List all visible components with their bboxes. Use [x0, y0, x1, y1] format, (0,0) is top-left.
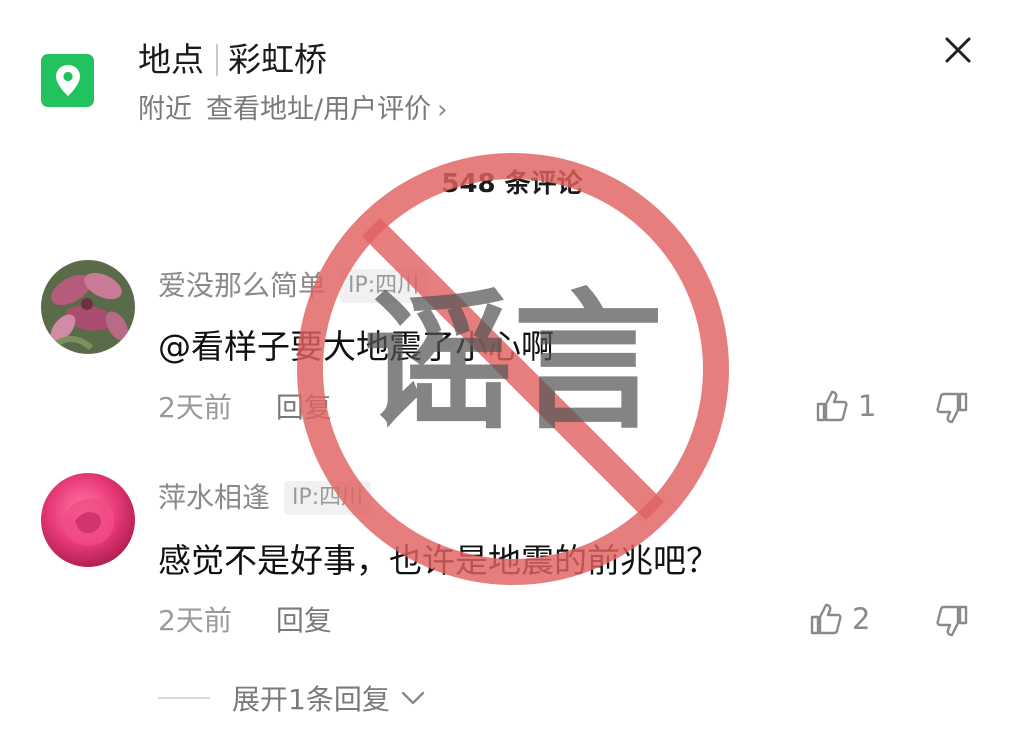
like-count: 1 — [858, 389, 877, 423]
reply-button[interactable]: 回复 — [276, 604, 332, 637]
divider-line — [158, 697, 210, 699]
avatar[interactable] — [41, 473, 135, 567]
thumbs-down-icon — [936, 605, 968, 637]
title-place: 彩虹桥 — [228, 40, 327, 79]
dislike-button[interactable] — [934, 603, 974, 643]
thumbs-up-icon — [810, 603, 842, 635]
avatar[interactable] — [41, 260, 135, 354]
chevron-right-icon: › — [437, 95, 448, 125]
dislike-button[interactable] — [934, 390, 974, 430]
thumbs-up-icon — [816, 390, 848, 422]
location-subtitle[interactable]: 附近 查看地址/用户评价 › — [138, 90, 448, 130]
thumbs-down-icon — [936, 392, 968, 424]
comment-text: 感觉不是好事，也许是地震的前兆吧？ — [158, 541, 719, 580]
username-text[interactable]: 萍水相逢 — [158, 481, 270, 514]
chevron-down-icon — [401, 691, 425, 705]
username-text[interactable]: 爱没那么简单 — [158, 269, 326, 302]
like-button[interactable]: 2 — [808, 601, 870, 637]
reply-button[interactable]: 回复 — [276, 391, 332, 424]
address-review-link[interactable]: 查看地址/用户评价 — [206, 94, 431, 125]
comment-text: @看样子要大地震了小心啊 — [158, 327, 554, 366]
title-divider — [216, 44, 218, 76]
comment-meta: 2天前 回复 — [158, 601, 332, 641]
nearby-label: 附近 — [138, 94, 192, 125]
close-icon — [945, 37, 971, 63]
ip-badge: IP:四川 — [340, 269, 428, 303]
comment-username[interactable]: 爱没那么简单 IP:四川 — [158, 266, 428, 306]
location-pin-icon — [41, 54, 94, 107]
expand-replies-label: 展开1条回复 — [232, 683, 390, 716]
comment-time: 2天前 — [158, 391, 232, 424]
close-button[interactable] — [938, 30, 978, 70]
comment-time: 2天前 — [158, 604, 232, 637]
location-header: 地点 彩虹桥 附近 查看地址/用户评价 › — [0, 0, 1024, 150]
comment-meta: 2天前 回复 — [158, 388, 332, 428]
comments-count: 548 条评论 — [441, 169, 583, 199]
like-button[interactable]: 1 — [814, 388, 876, 424]
title-prefix: 地点 — [138, 40, 204, 79]
like-count: 2 — [852, 602, 871, 636]
ip-badge: IP:四川 — [284, 481, 372, 515]
page-title: 地点 彩虹桥 — [138, 36, 327, 84]
expand-replies-button[interactable]: 展开1条回复 — [158, 676, 426, 720]
comment-username[interactable]: 萍水相逢 IP:四川 — [158, 478, 372, 518]
